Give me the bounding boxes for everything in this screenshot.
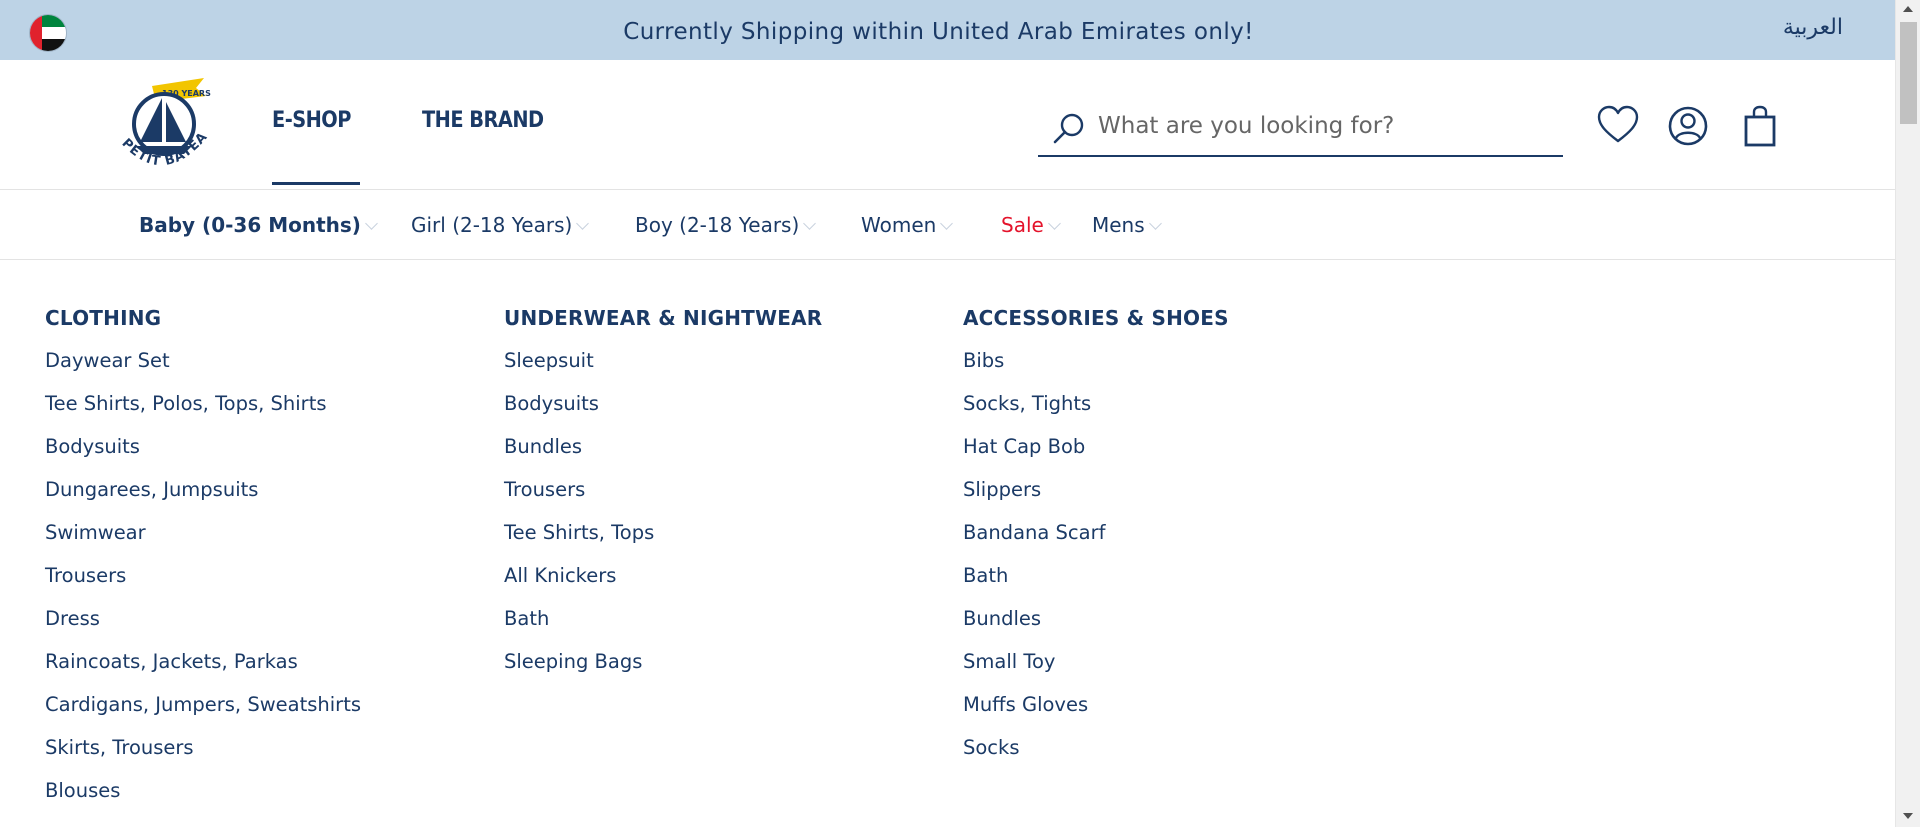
category-girl[interactable]: Girl (2-18 Years) [411,213,590,237]
petit-bateau-logo[interactable]: 130 YEARS PETIT BATEAU [112,72,216,180]
menu-column-clothing: CLOTHING Daywear Set Tee Shirts, Polos, T… [45,306,361,822]
menu-item[interactable]: Trousers [45,564,361,607]
menu-list-underwear: Sleepsuit Bodysuits Bundles Trousers Tee Shi… [504,349,822,693]
category-sale-label: Sale [1001,213,1044,237]
menu-item[interactable]: Bibs [963,349,1229,392]
category-boy-label: Boy (2-18 Years) [635,213,800,237]
nav-the-brand[interactable]: THE BRAND [422,108,544,133]
menu-item[interactable]: Daywear Set [45,349,361,392]
shopping-bag-icon[interactable] [1738,104,1782,148]
menu-column-accessories: ACCESSORIES & SHOES Bibs Socks, Tights Hat… [963,306,1229,779]
scroll-down-arrow-icon[interactable] [1903,813,1913,819]
category-boy[interactable]: Boy (2-18 Years) [635,213,817,237]
menu-item[interactable]: Sleeping Bags [504,650,822,693]
menu-item[interactable]: Slippers [963,478,1229,521]
menu-heading-underwear[interactable]: UNDERWEAR & NIGHTWEAR [504,306,822,349]
chevron-down-icon [1148,217,1162,230]
category-sale[interactable]: Sale [1001,213,1061,237]
main-nav: E-SHOP THE BRAND [272,108,620,185]
menu-item[interactable]: Socks [963,736,1229,779]
menu-item[interactable]: Dungarees, Jumpsuits [45,478,361,521]
menu-item[interactable]: Bundles [504,435,822,478]
heart-icon[interactable] [1596,104,1640,148]
menu-item[interactable]: Socks, Tights [963,392,1229,435]
menu-item[interactable]: Bath [963,564,1229,607]
chevron-down-icon [365,217,378,230]
scroll-thumb[interactable] [1900,22,1917,124]
category-women[interactable]: Women [861,213,954,237]
menu-item[interactable]: Bandana Scarf [963,521,1229,564]
chevron-down-icon [1047,217,1061,230]
menu-heading-accessories[interactable]: ACCESSORIES & SHOES [963,306,1229,349]
nav-eshop[interactable]: E-SHOP [272,108,360,185]
scroll-up-arrow-icon[interactable] [1903,6,1913,12]
shipping-banner: Currently Shipping within United Arab Em… [0,0,1895,60]
menu-list-accessories: Bibs Socks, Tights Hat Cap Bob Slippers Band… [963,349,1229,779]
menu-item[interactable]: Bundles [963,607,1229,650]
menu-heading-clothing[interactable]: CLOTHING [45,306,361,349]
menu-item[interactable]: Sleepsuit [504,349,822,392]
language-switch-link[interactable]: العربية [1783,15,1843,40]
search-bar [1038,99,1563,157]
menu-item[interactable]: Trousers [504,478,822,521]
menu-item[interactable]: All Knickers [504,564,822,607]
chevron-down-icon [803,217,817,230]
category-nav: Baby (0-36 Months) Girl (2-18 Years) Boy… [0,190,1895,260]
category-mens[interactable]: Mens [1092,213,1162,237]
menu-item[interactable]: Hat Cap Bob [963,435,1229,478]
chevron-down-icon [940,217,954,230]
menu-item[interactable]: Tee Shirts, Polos, Tops, Shirts [45,392,361,435]
search-input[interactable] [1098,109,1538,143]
menu-item[interactable]: Bodysuits [45,435,361,478]
menu-item[interactable]: Small Toy [963,650,1229,693]
site-header: 130 YEARS PETIT BATEAU E-SHOP THE BRAND [0,60,1895,190]
category-baby-label: Baby (0-36 Months) [139,213,361,237]
menu-item[interactable]: Raincoats, Jackets, Parkas [45,650,361,693]
category-women-label: Women [861,213,937,237]
menu-item[interactable]: Bodysuits [504,392,822,435]
menu-item[interactable]: Muffs Gloves [963,693,1229,736]
menu-item[interactable]: Tee Shirts, Tops [504,521,822,564]
menu-list-clothing: Daywear Set Tee Shirts, Polos, Tops, Shir… [45,349,361,822]
menu-column-underwear: UNDERWEAR & NIGHTWEAR Sleepsuit Bodysuits… [504,306,822,693]
menu-item[interactable]: Bath [504,607,822,650]
menu-item[interactable]: Blouses [45,779,361,822]
menu-item[interactable]: Cardigans, Jumpers, Sweatshirts [45,693,361,736]
category-mens-label: Mens [1092,213,1145,237]
category-baby[interactable]: Baby (0-36 Months) [139,213,378,237]
menu-item[interactable]: Skirts, Trousers [45,736,361,779]
page-scrollbar[interactable] [1895,0,1920,827]
chevron-down-icon [576,217,590,230]
menu-item[interactable]: Dress [45,607,361,650]
search-icon[interactable] [1052,111,1088,147]
shipping-message: Currently Shipping within United Arab Em… [623,19,1254,45]
category-girl-label: Girl (2-18 Years) [411,213,573,237]
menu-item[interactable]: Swimwear [45,521,361,564]
user-icon[interactable] [1666,104,1710,148]
